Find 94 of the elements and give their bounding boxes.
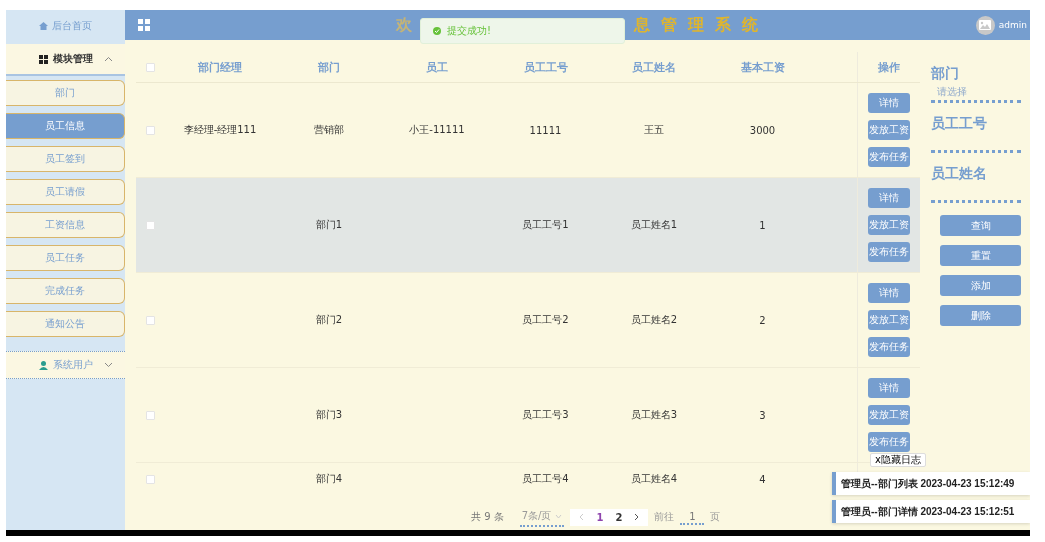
checkbox[interactable] — [146, 62, 155, 72]
user-icon — [39, 360, 48, 370]
table-cell: 员工工号2 — [522, 313, 569, 327]
grid-icon — [39, 54, 48, 64]
toast-message: 提交成功! — [447, 24, 491, 38]
checkbox[interactable] — [146, 220, 155, 230]
table-cell: 员工姓名3 — [630, 408, 678, 422]
check-icon — [433, 27, 441, 35]
column-header: 操作 — [878, 59, 900, 75]
table-cell: 3000 — [749, 124, 776, 136]
table-cell: 营销部 — [314, 123, 344, 137]
table-cell: 部门4 — [315, 472, 343, 486]
sidebar-item[interactable]: 部门 — [6, 80, 125, 106]
app-title: 欢 — [396, 14, 412, 36]
table-cell: 部门2 — [315, 313, 343, 327]
page-size-select[interactable]: 7条/页 — [519, 507, 565, 527]
sidebar-item[interactable]: 工资信息 — [6, 212, 125, 238]
menu-group[interactable]: 模块管理 — [6, 44, 125, 76]
column-header[interactable]: 部门 — [318, 59, 340, 75]
action-button[interactable]: 详情 — [868, 283, 910, 303]
sidebar-item[interactable]: 完成任务 — [6, 278, 125, 304]
select-field[interactable]: 请选择 — [931, 83, 1021, 103]
panel-button[interactable]: 查询 — [940, 215, 1021, 236]
table-cell: 11111 — [529, 124, 562, 136]
field-label: 员工工号 — [931, 115, 988, 133]
column-header[interactable]: 员工姓名 — [632, 59, 676, 75]
action-button[interactable]: 发布任务 — [868, 432, 910, 452]
avatar[interactable] — [975, 15, 995, 35]
panel-button[interactable]: 添加 — [940, 275, 1021, 296]
panel-button[interactable]: 重置 — [940, 245, 1021, 266]
table-cell: 4 — [759, 473, 766, 485]
table-cell: 王五 — [644, 123, 664, 137]
checkbox[interactable] — [146, 410, 155, 420]
table-cell: 员工工号3 — [522, 408, 569, 422]
column-header[interactable]: 员工 — [426, 59, 448, 75]
table-cell: 部门3 — [315, 408, 343, 422]
action-button[interactable]: 详情 — [868, 188, 910, 208]
chevron-right-icon — [634, 513, 641, 521]
sidebar-item[interactable]: 通知公告 — [6, 311, 125, 337]
caret-icon — [104, 362, 113, 368]
caret-icon — [555, 513, 563, 519]
action-button[interactable]: 详情 — [868, 93, 910, 113]
table-row[interactable]: 部门1 员工工号1 员工姓名1 1 详情 发放工资 发布任务 — [136, 178, 920, 273]
table-cell: 员工姓名4 — [630, 472, 678, 486]
action-button[interactable]: 发放工资 — [868, 215, 910, 235]
action-button[interactable]: 发布任务 — [868, 147, 910, 167]
grid-icon — [138, 19, 150, 31]
table-cell: 员工姓名1 — [630, 218, 678, 232]
caret-icon — [104, 56, 113, 62]
action-button[interactable]: 发放工资 — [868, 405, 910, 425]
page-number[interactable]: 1 — [596, 511, 604, 523]
sidebar-item[interactable]: 员工请假 — [6, 179, 125, 205]
user-name: admin — [998, 20, 1027, 30]
action-button[interactable]: 详情 — [868, 378, 910, 398]
image-icon — [979, 20, 992, 30]
action-button[interactable]: 发布任务 — [868, 242, 910, 262]
home-menu-item[interactable]: 后台首页 — [6, 10, 125, 42]
panel-button[interactable]: 删除 — [940, 305, 1021, 326]
field-label: 部门 — [931, 65, 960, 83]
home-icon — [39, 22, 48, 30]
log-toast: 管理员--部门详情 2023-04-23 15:12:51 — [832, 500, 1030, 523]
sidebar-item[interactable]: 员工任务 — [6, 245, 125, 271]
goto-label: 前往 — [654, 510, 675, 524]
table-cell: 员工工号4 — [522, 472, 569, 486]
column-header[interactable]: 员工工号 — [523, 59, 568, 75]
menu-group[interactable]: 系统用户 — [6, 351, 125, 379]
page-input[interactable]: 1 — [680, 509, 705, 525]
table-cell: 员工姓名2 — [630, 313, 678, 327]
table-cell: 3 — [759, 409, 766, 421]
field-label: 员工姓名 — [931, 165, 988, 183]
table-cell: 员工工号1 — [522, 218, 569, 232]
column-header[interactable]: 部门经理 — [198, 59, 242, 75]
action-button[interactable]: 发布任务 — [868, 337, 910, 357]
action-button[interactable]: 发放工资 — [868, 310, 910, 330]
table-cell: 1 — [759, 219, 766, 231]
table-row[interactable]: 部门2 员工工号2 员工姓名2 2 详情 发放工资 发布任务 — [136, 273, 920, 368]
table-cell: 李经理-经理111 — [183, 123, 257, 137]
sidebar-item[interactable]: 员工信息 — [6, 113, 125, 139]
sidebar-item[interactable]: 员工签到 — [6, 146, 125, 172]
checkbox[interactable] — [146, 315, 155, 325]
hide-log-button[interactable]: x隐藏日志 — [870, 453, 926, 467]
table-cell: 小王-11111 — [409, 123, 465, 137]
action-button[interactable]: 发放工资 — [868, 120, 910, 140]
table-cell: 2 — [759, 314, 766, 326]
checkbox[interactable] — [146, 125, 155, 135]
goto-label: 页 — [710, 510, 721, 524]
total-count: 共 9 条 — [471, 510, 504, 524]
table-cell: 部门1 — [315, 218, 343, 232]
app-title: 息管理系统 — [634, 14, 769, 36]
chevron-left-icon — [578, 513, 585, 521]
checkbox[interactable] — [146, 474, 155, 484]
log-toast: 管理员--部门列表 2023-04-23 15:12:49 — [832, 472, 1030, 495]
column-header[interactable]: 基本工资 — [740, 59, 785, 75]
page-number[interactable]: 2 — [615, 511, 623, 523]
